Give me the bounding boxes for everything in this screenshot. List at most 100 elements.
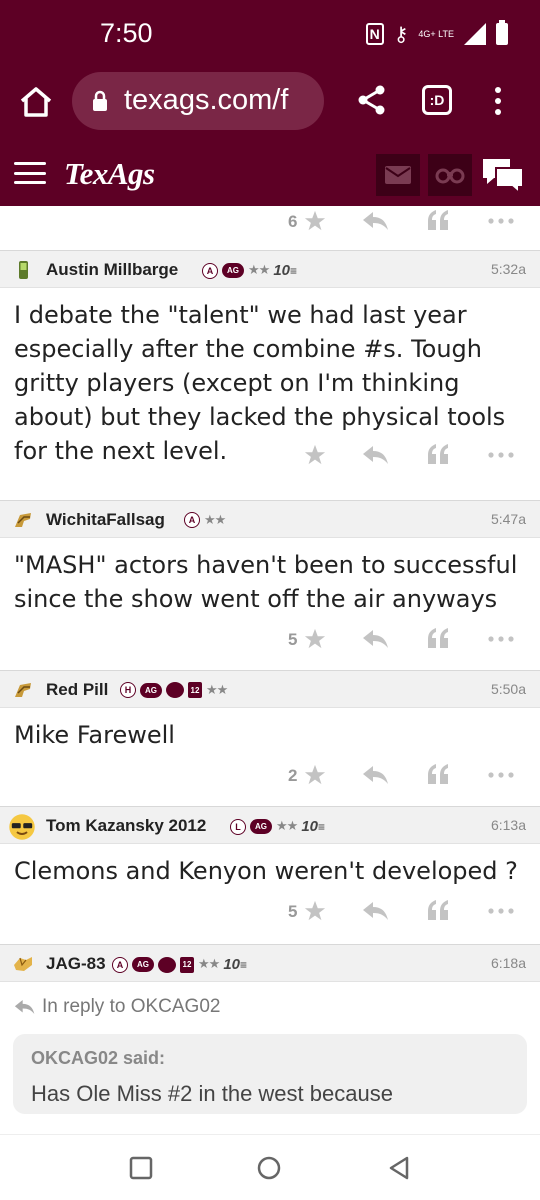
username[interactable]: Austin Millbarge [46,260,178,280]
quote-icon[interactable] [427,900,449,920]
binoculars-icon [435,168,465,184]
star-icon[interactable] [304,764,326,786]
badge-10: 10≡ [301,818,326,835]
tabs-button[interactable]: :D [422,85,452,115]
avatar[interactable] [12,679,34,701]
post-timestamp: 6:18a [490,955,526,971]
reply-icon[interactable] [363,630,389,648]
username[interactable]: WichitaFallsag [46,510,165,530]
quote-text: Has Ole Miss #2 in the west because [31,1081,393,1106]
post-timestamp: 5:47a [490,511,526,527]
user-badges: A ★★ [184,512,226,528]
username[interactable]: Red Pill [46,680,108,700]
quote-icon[interactable] [427,444,449,464]
browser-toolbar: texags.com/f :D [0,70,540,138]
quote-block[interactable]: OKCAG02 said: Has Ole Miss #2 in the wes… [13,1034,527,1114]
post-actions [0,440,540,476]
home-nav-icon[interactable] [256,1155,282,1181]
signal-icon [464,23,486,45]
badge-10: 10≡ [223,956,248,973]
reply-icon[interactable] [363,766,389,784]
more-icon[interactable] [488,452,514,458]
user-badges: L AG ★★ 10≡ [230,818,325,835]
reply-icon[interactable] [363,902,389,920]
reply-icon[interactable] [363,446,389,464]
badge-ag: AG [140,682,162,698]
post-actions: 6 [0,206,540,250]
chat-button[interactable] [480,156,526,196]
status-time: 7:50 [100,18,153,48]
post-header: WichitaFallsag A ★★ 5:47a [0,500,540,538]
badge-level: A [112,956,128,973]
badge-stars: ★★ [248,263,270,278]
share-button[interactable] [356,84,388,116]
mascot-badge-icon [158,956,176,973]
quote-icon[interactable] [427,628,449,648]
site-header: TexAgs [0,138,540,206]
post-timestamp: 6:13a [490,817,526,833]
more-icon[interactable] [488,636,514,642]
reply-icon [14,1000,35,1014]
post-body: "MASH" actors haven't been to successful… [14,551,518,613]
badge-ag: AG [250,819,272,834]
home-button[interactable] [18,84,54,120]
home-icon [20,87,52,117]
post-actions: 5 [0,624,540,660]
avatar[interactable] [12,509,34,531]
watch-button[interactable] [428,154,472,196]
reply-to-text: In reply to OKCAG02 [42,996,221,1017]
post-actions: 5 [0,896,540,932]
network-type-label: 4G+ LTE [418,29,454,39]
badge-stars: ★★ [276,819,298,834]
username[interactable]: JAG-83 [46,954,106,974]
post-timestamp: 5:32a [490,261,526,277]
messages-button[interactable] [376,154,420,196]
quote-icon[interactable] [427,764,449,784]
address-bar[interactable]: texags.com/f [72,72,324,130]
back-icon[interactable] [386,1155,412,1181]
star-icon[interactable] [304,210,326,232]
avatar[interactable] [12,259,34,281]
badge-12: 12 [180,956,194,973]
star-icon[interactable] [304,900,326,922]
recents-icon[interactable] [128,1155,154,1181]
thread-content: 6 Austin Millbarge A AG ★★ 10≡ 5:32a I d… [0,206,540,1134]
reply-to-link[interactable]: In reply to OKCAG02 [0,982,540,1018]
vpn-key-icon: ⚷ [393,22,409,46]
badge-level: A [202,262,218,279]
more-icon[interactable] [488,908,514,914]
user-badges: H AG 12 ★★ [120,682,228,698]
badge-level: L [230,818,246,835]
username[interactable]: Tom Kazansky 2012 [46,816,206,836]
avatar[interactable] [12,953,34,975]
post-body: Mike Farewell [14,721,175,749]
url-text: texags.com/f [124,84,289,116]
browser-menu-button[interactable] [488,84,508,118]
post-header: Red Pill H AG 12 ★★ 5:50a [0,670,540,708]
share-icon [358,85,385,115]
badge-stars: ★★ [206,682,228,698]
badge-level: A [184,512,200,528]
quote-icon[interactable] [427,210,449,230]
post-timestamp: 5:50a [490,681,526,697]
hamburger-menu-icon[interactable] [14,162,46,184]
badge-ag: AG [222,263,244,278]
star-count: 5 [288,630,298,649]
system-nav-bar [0,1134,540,1200]
user-badges: A AG 12 ★★ 10≡ [112,956,247,973]
more-icon[interactable] [488,218,514,224]
post-body: Clemons and Kenyon weren't developed ? [14,857,518,885]
lock-icon [93,90,107,111]
star-icon[interactable] [304,628,326,650]
reply-icon[interactable] [363,212,389,230]
status-bar: 7:50 N ⚷ 4G+ LTE [0,0,540,70]
site-logo[interactable]: TexAgs [64,156,155,192]
badge-stars: ★★ [198,957,220,972]
post-header: Austin Millbarge A AG ★★ 10≡ 5:32a [0,250,540,288]
star-icon[interactable] [304,444,326,466]
user-badges: A AG ★★ 10≡ [202,262,297,279]
avatar[interactable] [8,813,36,841]
quote-author: OKCAG02 said: [31,1048,166,1068]
post-header: JAG-83 A AG 12 ★★ 10≡ 6:18a [0,944,540,982]
more-icon[interactable] [488,772,514,778]
